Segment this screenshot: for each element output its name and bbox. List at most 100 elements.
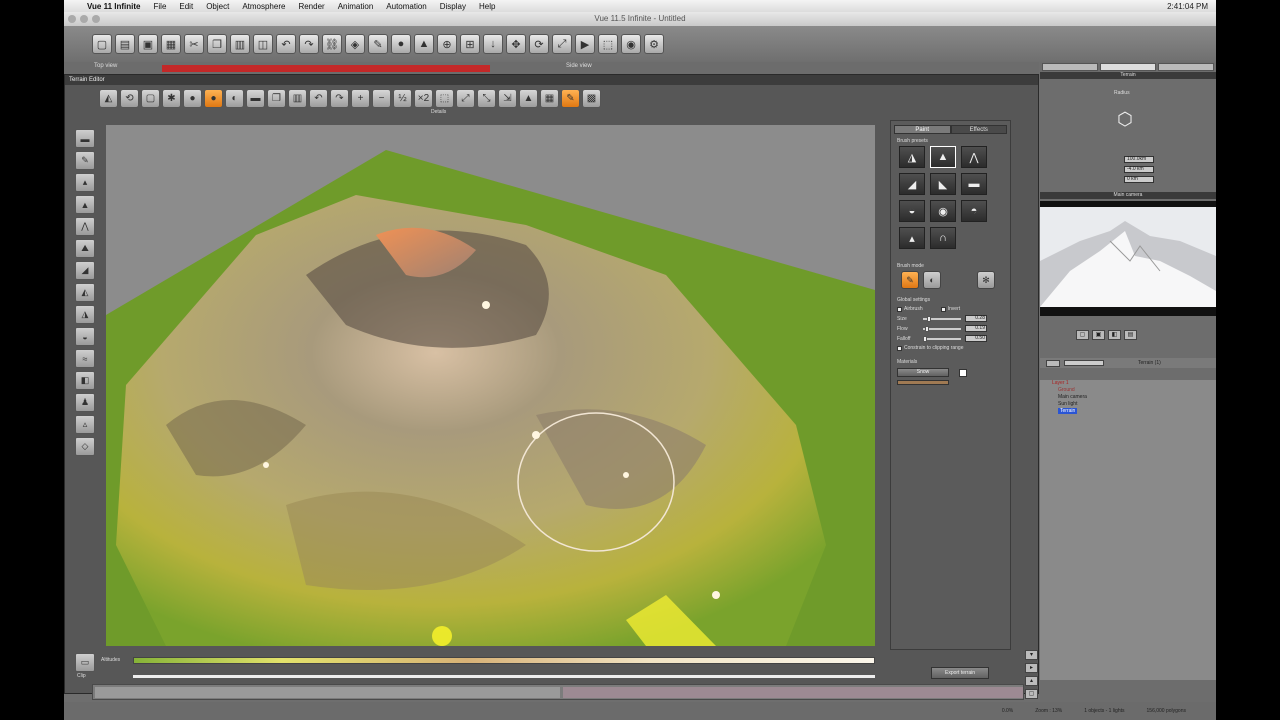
sphere-active-icon[interactable]: ● bbox=[204, 88, 223, 108]
cut-icon[interactable]: ✂ bbox=[184, 34, 204, 54]
menu-edit[interactable]: Edit bbox=[179, 2, 193, 11]
preset-cliff-brush-icon[interactable]: ◣ bbox=[930, 173, 956, 195]
preset-peak-brush-icon[interactable]: ▲ bbox=[930, 146, 956, 168]
material-2-bar[interactable] bbox=[897, 380, 949, 385]
gizmo-icon[interactable]: ⬡ bbox=[1100, 100, 1150, 138]
preset-mountain-brush-icon[interactable]: ▴ bbox=[899, 227, 925, 249]
flat-icon[interactable]: ▬ bbox=[246, 88, 265, 108]
menu-app-name[interactable]: Vue 11 Infinite bbox=[87, 2, 141, 11]
print-icon[interactable]: ▦ bbox=[161, 34, 181, 54]
group-icon[interactable]: ◈ bbox=[345, 34, 365, 54]
edit-object-icon[interactable]: ✎ bbox=[368, 34, 388, 54]
tree-item-ground[interactable]: Ground bbox=[1040, 387, 1216, 394]
peak-tool-icon[interactable]: ▲ bbox=[75, 195, 95, 214]
menu-automation[interactable]: Automation bbox=[386, 2, 426, 11]
altitude-icon[interactable]: ▭ bbox=[75, 653, 95, 672]
copy-terrain-icon[interactable]: ❐ bbox=[267, 88, 286, 108]
align-icon[interactable]: ⊞ bbox=[460, 34, 480, 54]
invert-checkbox[interactable]: Invert bbox=[940, 306, 960, 312]
terrain-redo-icon[interactable]: ↷ bbox=[330, 88, 349, 108]
grid-icon[interactable]: ▦ bbox=[540, 88, 559, 108]
undo-icon[interactable]: ↶ bbox=[276, 34, 296, 54]
export-terrain-button[interactable]: Export terrain bbox=[931, 667, 989, 679]
preset-rock-brush-icon[interactable]: ◮ bbox=[899, 146, 925, 168]
timeline-track[interactable] bbox=[563, 687, 1023, 698]
brush-tool-icon[interactable]: ✎ bbox=[75, 151, 95, 170]
terrain-new-icon[interactable]: ▢ bbox=[141, 88, 160, 108]
erode-tool-icon[interactable]: ◮ bbox=[75, 305, 95, 324]
right-tab-1[interactable] bbox=[1042, 63, 1098, 71]
position-y-field[interactable]: -4.0 km bbox=[1124, 166, 1154, 173]
duplicate-icon[interactable]: ◫ bbox=[253, 34, 273, 54]
snow-material-button[interactable]: Snow bbox=[897, 368, 949, 377]
rotate-icon[interactable]: ⟳ bbox=[529, 34, 549, 54]
tree-item-layer[interactable]: Layer 1 bbox=[1040, 380, 1216, 387]
snow-tool-icon[interactable]: ▵ bbox=[75, 415, 95, 434]
falloff-value[interactable]: 0.50 bbox=[965, 335, 987, 342]
open-scene-icon[interactable]: ▤ bbox=[115, 34, 135, 54]
shrink-icon[interactable]: ⤡ bbox=[477, 88, 496, 108]
preview-button-1[interactable]: ▢ bbox=[1076, 330, 1089, 340]
zoom-window-button[interactable] bbox=[92, 15, 100, 23]
tree-item-terrain[interactable]: Terrain bbox=[1058, 408, 1078, 414]
layer-field[interactable] bbox=[1064, 360, 1104, 366]
preset-crater-brush-icon[interactable]: ◉ bbox=[930, 200, 956, 222]
tree-item-main-camera[interactable]: Main camera bbox=[1040, 394, 1216, 401]
zoom-out-icon[interactable]: − bbox=[372, 88, 391, 108]
wave-tool-icon[interactable]: ≈ bbox=[75, 349, 95, 368]
crop-icon[interactable]: ⬚ bbox=[435, 88, 454, 108]
camera-icon[interactable]: ◉ bbox=[621, 34, 641, 54]
close-window-button[interactable] bbox=[68, 15, 76, 23]
terrain-3d-viewport[interactable] bbox=[106, 125, 875, 646]
paste-icon[interactable]: ▥ bbox=[230, 34, 250, 54]
sphere-dark-icon[interactable]: ◐ bbox=[225, 88, 244, 108]
preset-plateau-brush-icon[interactable]: ▬ bbox=[961, 173, 987, 195]
right-tab-2[interactable] bbox=[1100, 63, 1156, 71]
ridge-tool-icon[interactable]: ⋀ bbox=[75, 217, 95, 236]
terrain-shape-icon[interactable]: ◭ bbox=[99, 88, 118, 108]
terrain-fractal-icon[interactable]: ✱ bbox=[162, 88, 181, 108]
smooth-brush-mode-icon[interactable]: ◐ bbox=[923, 271, 941, 289]
redo-icon[interactable]: ↷ bbox=[299, 34, 319, 54]
checker-icon[interactable]: ▩ bbox=[582, 88, 601, 108]
side-button-4[interactable]: ▢ bbox=[1025, 689, 1038, 699]
save-scene-icon[interactable]: ▣ bbox=[138, 34, 158, 54]
tab-paint[interactable]: Paint bbox=[894, 125, 951, 134]
menu-display[interactable]: Display bbox=[440, 2, 466, 11]
mesa-tool-icon[interactable]: ◭ bbox=[75, 283, 95, 302]
drop-icon[interactable]: ↓ bbox=[483, 34, 503, 54]
resolution-up-icon[interactable]: ×2 bbox=[414, 88, 433, 108]
menu-help[interactable]: Help bbox=[479, 2, 495, 11]
move-icon[interactable]: ✥ bbox=[506, 34, 526, 54]
altitude-gradient[interactable] bbox=[133, 657, 875, 664]
position-z-field[interactable]: 0 km bbox=[1124, 176, 1154, 183]
terrain-reset-icon[interactable]: ⟲ bbox=[120, 88, 139, 108]
menu-atmosphere[interactable]: Atmosphere bbox=[242, 2, 285, 11]
airbrush-checkbox[interactable]: Airbrush bbox=[897, 306, 923, 312]
paint-brush-mode-icon[interactable]: ✎ bbox=[901, 271, 919, 289]
raise-tool-icon[interactable]: ▴ bbox=[75, 173, 95, 192]
symmetry-mode-icon[interactable]: ✻ bbox=[977, 271, 995, 289]
resolution-down-icon[interactable]: ½ bbox=[393, 88, 412, 108]
terrain-undo-icon[interactable]: ↶ bbox=[309, 88, 328, 108]
flow-slider[interactable] bbox=[923, 325, 961, 332]
expand-icon[interactable]: ⤢ bbox=[456, 88, 475, 108]
new-scene-icon[interactable]: ▢ bbox=[92, 34, 112, 54]
menu-render[interactable]: Render bbox=[298, 2, 324, 11]
preset-hills-brush-icon[interactable]: ∩ bbox=[930, 227, 956, 249]
preview-button-4[interactable]: ▤ bbox=[1124, 330, 1137, 340]
preset-dome-brush-icon[interactable]: ◓ bbox=[961, 200, 987, 222]
sphere-icon[interactable]: ● bbox=[183, 88, 202, 108]
flow-value[interactable]: 0.19 bbox=[965, 325, 987, 332]
side-button-2[interactable]: ▸ bbox=[1025, 663, 1038, 673]
preset-erode-brush-icon[interactable]: ◒ bbox=[899, 200, 925, 222]
slope-tool-icon[interactable]: ◢ bbox=[75, 261, 95, 280]
flat-tool-icon[interactable]: ▬ bbox=[75, 129, 95, 148]
resize-icon[interactable]: ⇲ bbox=[498, 88, 517, 108]
person-tool-icon[interactable]: ♟ bbox=[75, 393, 95, 412]
tab-effects[interactable]: Effects bbox=[950, 125, 1007, 134]
mountain-tool-icon[interactable]: ⛰ bbox=[75, 239, 95, 258]
menu-file[interactable]: File bbox=[154, 2, 167, 11]
scale-icon[interactable]: ⤢ bbox=[552, 34, 572, 54]
position-x-field[interactable]: 100.0km bbox=[1124, 156, 1154, 163]
